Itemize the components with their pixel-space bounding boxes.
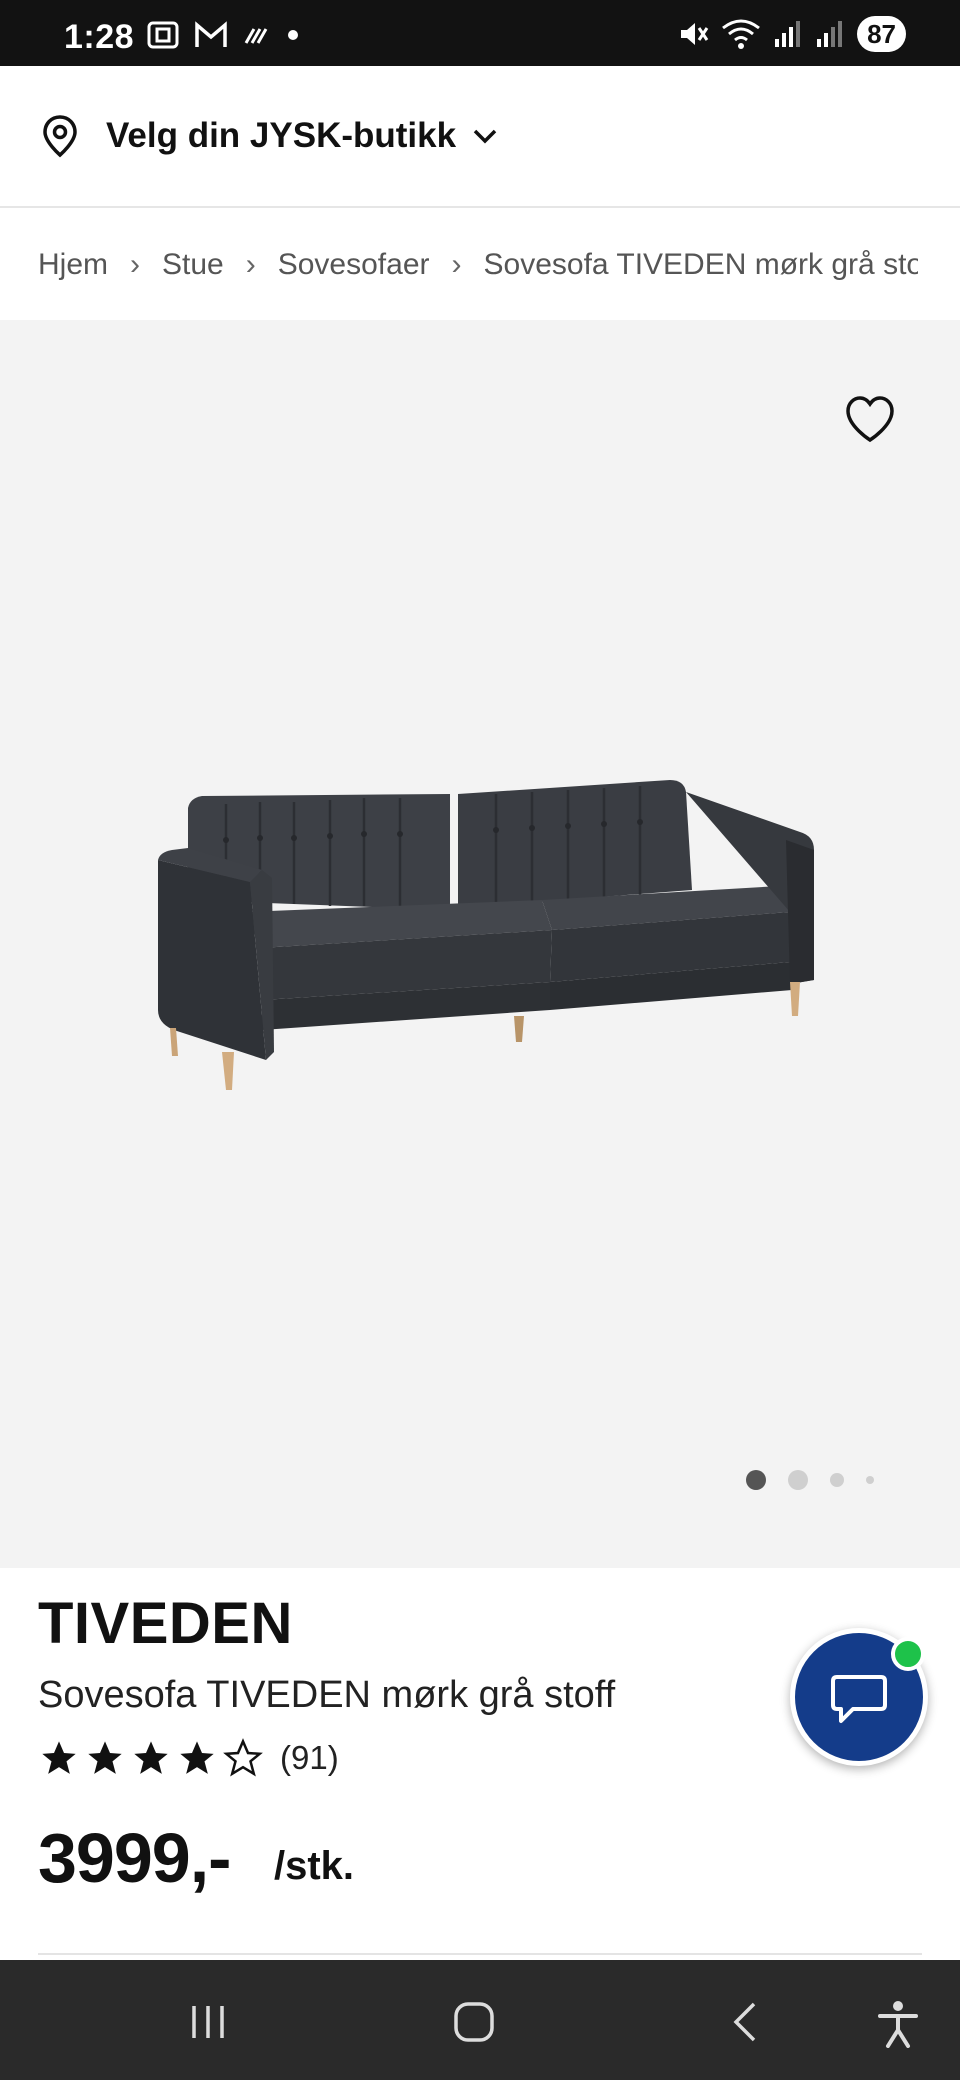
product-title: TIVEDEN xyxy=(38,1591,293,1656)
signal-icon xyxy=(775,21,801,47)
star-filled-icon xyxy=(88,1741,122,1774)
status-bar: 1:28 87 xyxy=(0,0,960,66)
online-status-dot xyxy=(891,1637,925,1671)
rating-count[interactable]: (91) xyxy=(280,1739,339,1777)
product-info: TIVEDEN Sovesofa TIVEDEN mørk grå stoff … xyxy=(0,1568,960,1960)
divider xyxy=(38,1953,922,1955)
store-label: Velg din JYSK-butikk xyxy=(106,116,457,155)
chat-bubble-icon xyxy=(831,1675,887,1723)
wifi-icon xyxy=(722,19,760,49)
gallery-dot-active[interactable] xyxy=(746,1470,766,1490)
mute-icon xyxy=(681,23,709,45)
breadcrumb-sovesofaer[interactable]: Sovesofaer xyxy=(278,248,430,282)
status-right: 87 xyxy=(677,16,906,52)
gallery-dot[interactable] xyxy=(866,1476,874,1484)
breadcrumb-stue[interactable]: Stue xyxy=(162,248,224,282)
location-pin-icon xyxy=(43,115,77,158)
dot-icon xyxy=(288,30,298,40)
back-icon[interactable] xyxy=(724,2000,768,2044)
signal-roaming-icon xyxy=(817,21,843,47)
gallery-dot[interactable] xyxy=(830,1473,844,1487)
chevron-down-icon xyxy=(473,129,497,144)
gmail-icon xyxy=(195,21,227,47)
gallery-dot[interactable] xyxy=(788,1470,808,1490)
status-time: 1:28 xyxy=(64,18,135,56)
product-subtitle: Sovesofa TIVEDEN mørk grå stoff xyxy=(38,1674,616,1716)
product-rating[interactable]: (91) xyxy=(38,1738,339,1778)
heart-icon[interactable] xyxy=(842,392,898,448)
battery-indicator: 87 xyxy=(857,16,906,52)
star-filled-icon xyxy=(42,1741,76,1774)
product-image-sofa xyxy=(158,780,814,1090)
home-icon[interactable] xyxy=(452,2000,496,2044)
screenshot-icon xyxy=(147,21,179,49)
chevron-right-icon: › xyxy=(130,248,141,281)
chevron-right-icon: › xyxy=(451,248,462,281)
price-unit: /stk. xyxy=(274,1844,355,1888)
product-image-gallery[interactable] xyxy=(0,320,960,1568)
system-nav-bar xyxy=(0,1960,960,2080)
accessibility-icon[interactable] xyxy=(876,2000,920,2048)
status-left-icons xyxy=(146,20,300,50)
breadcrumb: Hjem › Stue › Sovesofaer › Sovesofa TIVE… xyxy=(0,210,960,320)
recent-apps-icon[interactable] xyxy=(186,2000,230,2044)
data-saver-icon xyxy=(244,28,268,44)
chevron-right-icon: › xyxy=(245,248,256,281)
breadcrumb-home[interactable]: Hjem xyxy=(38,248,108,282)
star-filled-icon xyxy=(180,1741,214,1774)
star-empty-icon xyxy=(223,1738,263,1777)
breadcrumb-current: Sovesofa TIVEDEN mørk grå stoff xyxy=(483,248,918,281)
gallery-pagination[interactable] xyxy=(746,1470,874,1490)
product-price: 3999,- xyxy=(38,1819,231,1897)
star-filled-icon xyxy=(134,1741,168,1774)
store-selector[interactable]: Velg din JYSK-butikk xyxy=(0,66,960,208)
chat-button[interactable] xyxy=(790,1628,928,1766)
